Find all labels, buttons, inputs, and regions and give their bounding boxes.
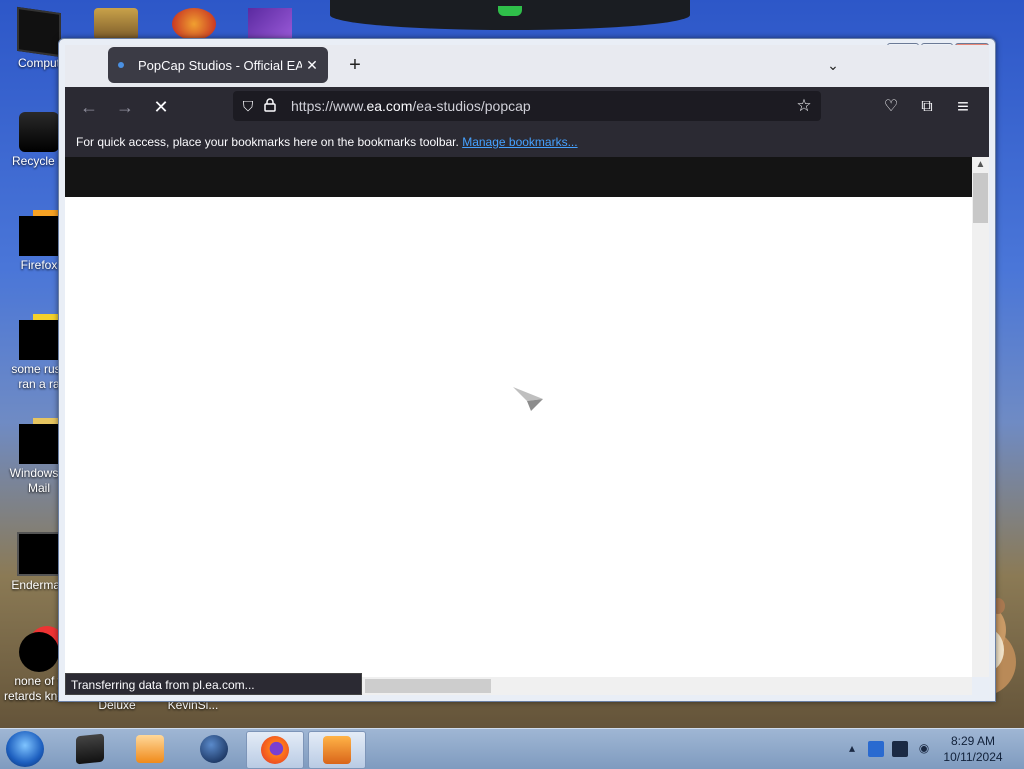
taskbar-item-globe[interactable] [186,731,242,767]
volume-icon[interactable]: ◉ [916,741,932,757]
extensions-icon[interactable]: ⧉ [915,95,939,119]
browser-window: ▭ ▢ ✕ PopCap Studios - Official EA Si ✕ … [58,38,996,702]
horizontal-scroll-thumb[interactable] [365,679,491,693]
taskbar-item-file-manager[interactable] [62,731,118,767]
taskbar: ▴ ◉ 8:29 AM 10/11/2024 [0,728,1024,769]
document-icon [19,320,59,360]
recycle-bin-icon [19,112,59,152]
bookmarks-toolbar: For quick access, place your bookmarks h… [65,127,989,157]
manage-bookmarks-link[interactable]: Manage bookmarks... [462,135,577,149]
vertical-scrollbar[interactable]: ▲ [972,157,989,677]
tab-title: PopCap Studios - Official EA Si [138,57,302,73]
url-host: ea.com [366,98,413,114]
page-content [65,157,972,695]
taskbar-item-app[interactable] [308,731,366,769]
system-tray: ▴ ◉ [844,733,932,765]
visual-studio-icon[interactable] [248,8,292,40]
url-prefix: https://www. [291,98,367,114]
clock-date: 10/11/2024 [943,750,1003,764]
loading-favicon-icon [118,62,124,68]
computer-icon [17,6,61,58]
url-path: /ea-studios/popcap [412,98,531,114]
bookmarks-hint-text: For quick access, place your bookmarks h… [76,135,459,149]
tab-strip: PopCap Studios - Official EA Si ✕ + ⌄ [65,45,989,87]
forward-button[interactable]: → [113,95,137,119]
list-all-tabs-button[interactable]: ⌄ [821,53,845,77]
clock[interactable]: 8:29 AM 10/11/2024 [940,733,1006,765]
tab-close-icon[interactable]: ✕ [302,57,322,74]
menu-icon[interactable]: ≡ [951,95,975,119]
game-icon[interactable] [94,8,138,40]
page-header-bar [65,157,972,197]
scroll-up-arrow-icon[interactable]: ▲ [972,157,989,173]
paper-plane-cursor-icon [513,387,543,411]
app-icon [17,532,61,576]
navigation-toolbar: ← → ✕ ⛉ https://www.ea.com/ea-studios/po… [65,87,989,127]
shield-tray-icon[interactable] [868,741,884,757]
pocket-icon[interactable]: ♡ [879,95,903,119]
mail-icon [19,424,59,464]
media-player-icon [136,735,164,763]
show-hidden-icons-icon[interactable]: ▴ [844,741,860,757]
app-icon [323,736,351,764]
app-icon [19,632,59,672]
clock-time: 8:29 AM [950,734,996,748]
vertical-scroll-thumb[interactable] [973,173,988,223]
status-panel: Transferring data from pl.ea.com... [65,673,362,695]
network-icon[interactable] [892,741,908,757]
start-button[interactable] [6,731,44,767]
folder-icon [76,733,104,765]
tab-popcap[interactable]: PopCap Studios - Official EA Si ✕ [108,47,328,83]
firefox-icon [19,216,59,256]
taskbar-item-firefox[interactable] [246,731,304,769]
globe-icon [200,735,228,763]
tracking-protection-shield-icon[interactable]: ⛉ [237,98,259,115]
back-button[interactable]: ← [77,95,101,119]
url-bar[interactable]: ⛉ https://www.ea.com/ea-studios/popcap ☆ [233,91,821,121]
firefox-icon [261,736,289,764]
gadget-indicator [498,6,522,16]
desktop-gadget [330,0,690,30]
stop-button[interactable]: ✕ [149,95,173,119]
bookmark-star-icon[interactable]: ☆ [793,96,815,116]
taskbar-item-media-player[interactable] [122,731,178,767]
media-icon[interactable] [172,8,216,40]
new-tab-button[interactable]: + [343,53,367,77]
lock-icon[interactable] [259,97,281,115]
url-text[interactable]: https://www.ea.com/ea-studios/popcap [281,98,793,114]
